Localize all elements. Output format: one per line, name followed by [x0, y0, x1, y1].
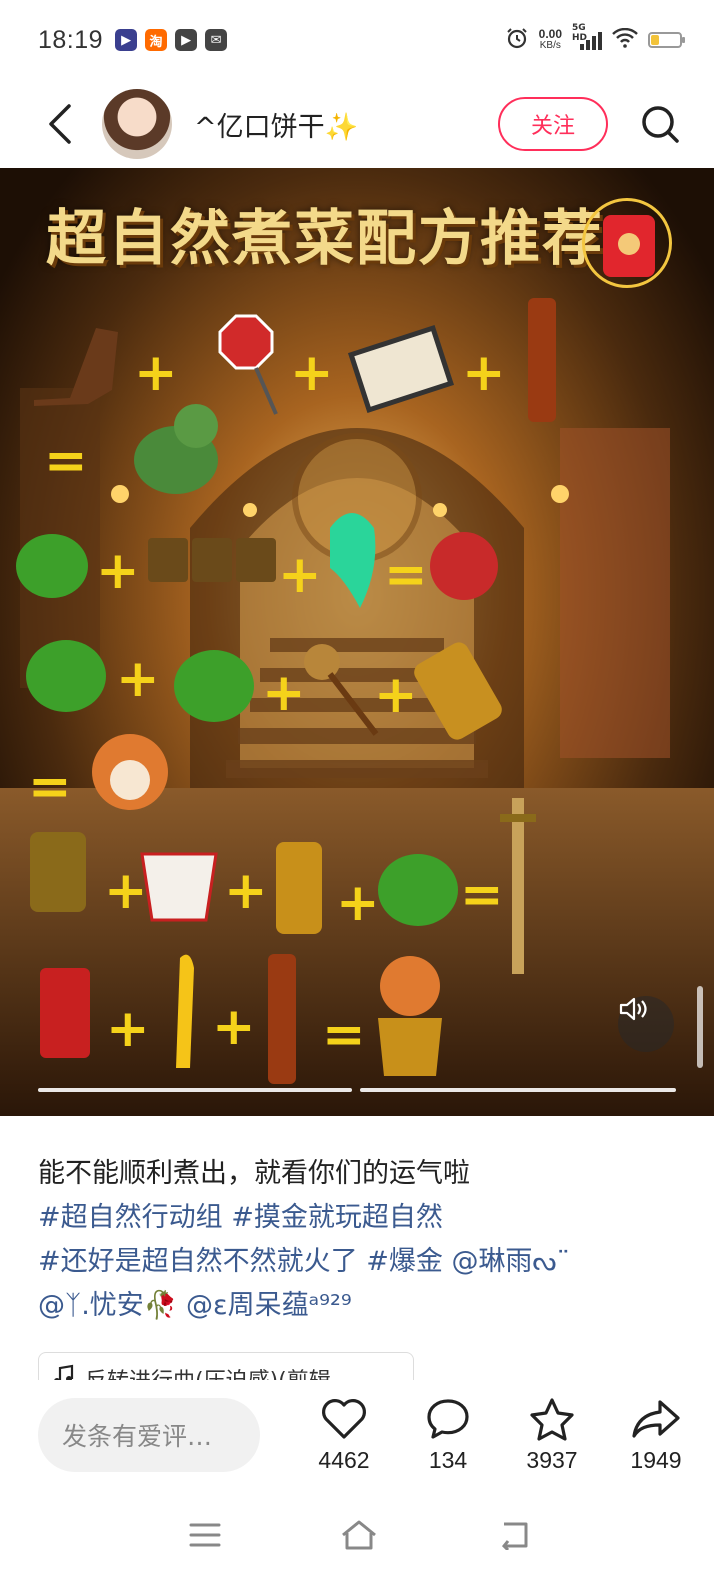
net-speed-value: 0.00: [538, 27, 562, 41]
volume-button[interactable]: [618, 996, 674, 1052]
status-bar: 18:19 ▶ 淘 ▶ ✉ 0.00 KB/s 5G HD: [0, 0, 720, 80]
svg-text:=: =: [44, 431, 88, 491]
favorite-button[interactable]: 3937: [500, 1397, 604, 1474]
like-button[interactable]: 4462: [292, 1397, 396, 1474]
signal-indicator: 5G HD: [572, 23, 602, 50]
follow-button[interactable]: 关注: [498, 97, 608, 151]
heart-icon: [322, 1398, 366, 1439]
post-image[interactable]: + + + = + + = + + + = + + + = + + = 超自然煮…: [0, 168, 714, 1116]
svg-text:+: +: [278, 545, 322, 605]
speaker-icon: [619, 997, 647, 1021]
home-icon: [342, 1520, 376, 1550]
image-scroll-indicator: [697, 986, 703, 1068]
share-arrow-icon: [632, 1399, 680, 1438]
menu-nav-button[interactable]: [188, 1521, 222, 1553]
search-button[interactable]: [630, 94, 690, 154]
author-avatar[interactable]: [102, 89, 172, 159]
video-app-icon: ▶: [115, 29, 138, 51]
image-progress-segment-1: [38, 1088, 352, 1092]
red-packet-button[interactable]: [582, 198, 672, 288]
image-progress-segment-2: [360, 1088, 676, 1092]
status-app-icons: ▶ 淘 ▶ ✉: [115, 29, 228, 51]
bottom-action-bar: 发条有爱评… 4462 134 3937 1949: [0, 1380, 720, 1490]
svg-text:+: +: [212, 997, 256, 1057]
svg-text:+: +: [224, 861, 268, 921]
svg-text:=: =: [322, 1005, 366, 1065]
svg-text:+: +: [96, 541, 140, 601]
hashtag[interactable]: #超自然行动组: [38, 1202, 223, 1233]
svg-text:+: +: [106, 999, 150, 1059]
svg-text:+: +: [104, 861, 148, 921]
wifi-icon: [612, 27, 638, 52]
hashtag[interactable]: #摸金就玩超自然: [231, 1202, 443, 1233]
red-packet-icon: [603, 215, 655, 277]
svg-text:=: =: [28, 757, 72, 817]
comment-count: 134: [428, 1446, 468, 1473]
star-icon: [530, 1397, 574, 1441]
battery-level: [651, 35, 660, 45]
mention[interactable]: @ε周呆蕴ᵃ⁹²⁹: [186, 1290, 352, 1321]
svg-text:+: +: [336, 873, 380, 933]
player-app-icon: ▶: [175, 29, 198, 51]
post-caption: 能不能顺利煮出，就看你们的运气啦: [38, 1158, 470, 1189]
post-content: 能不能顺利煮出，就看你们的运气啦 #超自然行动组 #摸金就玩超自然 #还好是超自…: [38, 1152, 688, 1328]
svg-text:+: +: [134, 343, 178, 403]
back-arrow-icon: [49, 104, 71, 144]
author-username[interactable]: ^亿口饼干✨: [194, 105, 358, 144]
svg-text:=: =: [384, 545, 428, 605]
svg-text:+: +: [290, 343, 334, 403]
svg-text:+: +: [462, 343, 506, 403]
hashtag[interactable]: #爆金: [366, 1246, 443, 1277]
share-count: 1949: [630, 1446, 682, 1473]
status-right: 0.00 KB/s 5G HD: [505, 23, 685, 54]
net-speed: 0.00 KB/s: [539, 28, 562, 52]
menu-icon: [189, 1523, 221, 1547]
share-button[interactable]: 1949: [604, 1397, 708, 1474]
taobao-app-icon: 淘: [145, 29, 168, 51]
post-header: ^亿口饼干✨ 关注: [0, 80, 720, 168]
signal-label: 5G HD: [572, 23, 588, 43]
like-count: 4462: [318, 1446, 370, 1473]
mention[interactable]: @ᛉ.忧安🥀: [38, 1290, 177, 1321]
home-nav-button[interactable]: [339, 1519, 379, 1555]
hashtag[interactable]: #还好是超自然不然就火了: [38, 1246, 358, 1277]
image-title: 超自然煮菜配方推荐: [46, 204, 604, 274]
alarm-icon: [505, 26, 529, 54]
battery-icon: [648, 32, 685, 48]
svg-text:=: =: [460, 865, 504, 925]
back-nav-button[interactable]: [496, 1520, 532, 1554]
search-icon: [642, 106, 679, 143]
svg-text:+: +: [262, 663, 306, 723]
mail-app-icon: ✉: [205, 29, 228, 51]
net-speed-unit: KB/s: [539, 40, 561, 51]
back-button[interactable]: [30, 94, 90, 154]
favorite-count: 3937: [526, 1446, 578, 1473]
return-icon: [501, 1522, 528, 1552]
svg-text:+: +: [116, 649, 160, 709]
comment-bubble-icon: [427, 1398, 469, 1439]
comment-button[interactable]: 134: [396, 1397, 500, 1474]
tomb-corridor-illustration: + + + = + + = + + + = + + + = + + =: [0, 168, 714, 1116]
svg-text:+: +: [374, 665, 418, 725]
system-nav-bar: [0, 1490, 720, 1584]
action-group: 4462 134 3937 1949: [292, 1397, 708, 1474]
comment-input[interactable]: 发条有爱评…: [38, 1398, 260, 1472]
status-time: 18:19: [38, 25, 104, 54]
mention[interactable]: @琳雨ᔓ¨: [451, 1246, 570, 1277]
